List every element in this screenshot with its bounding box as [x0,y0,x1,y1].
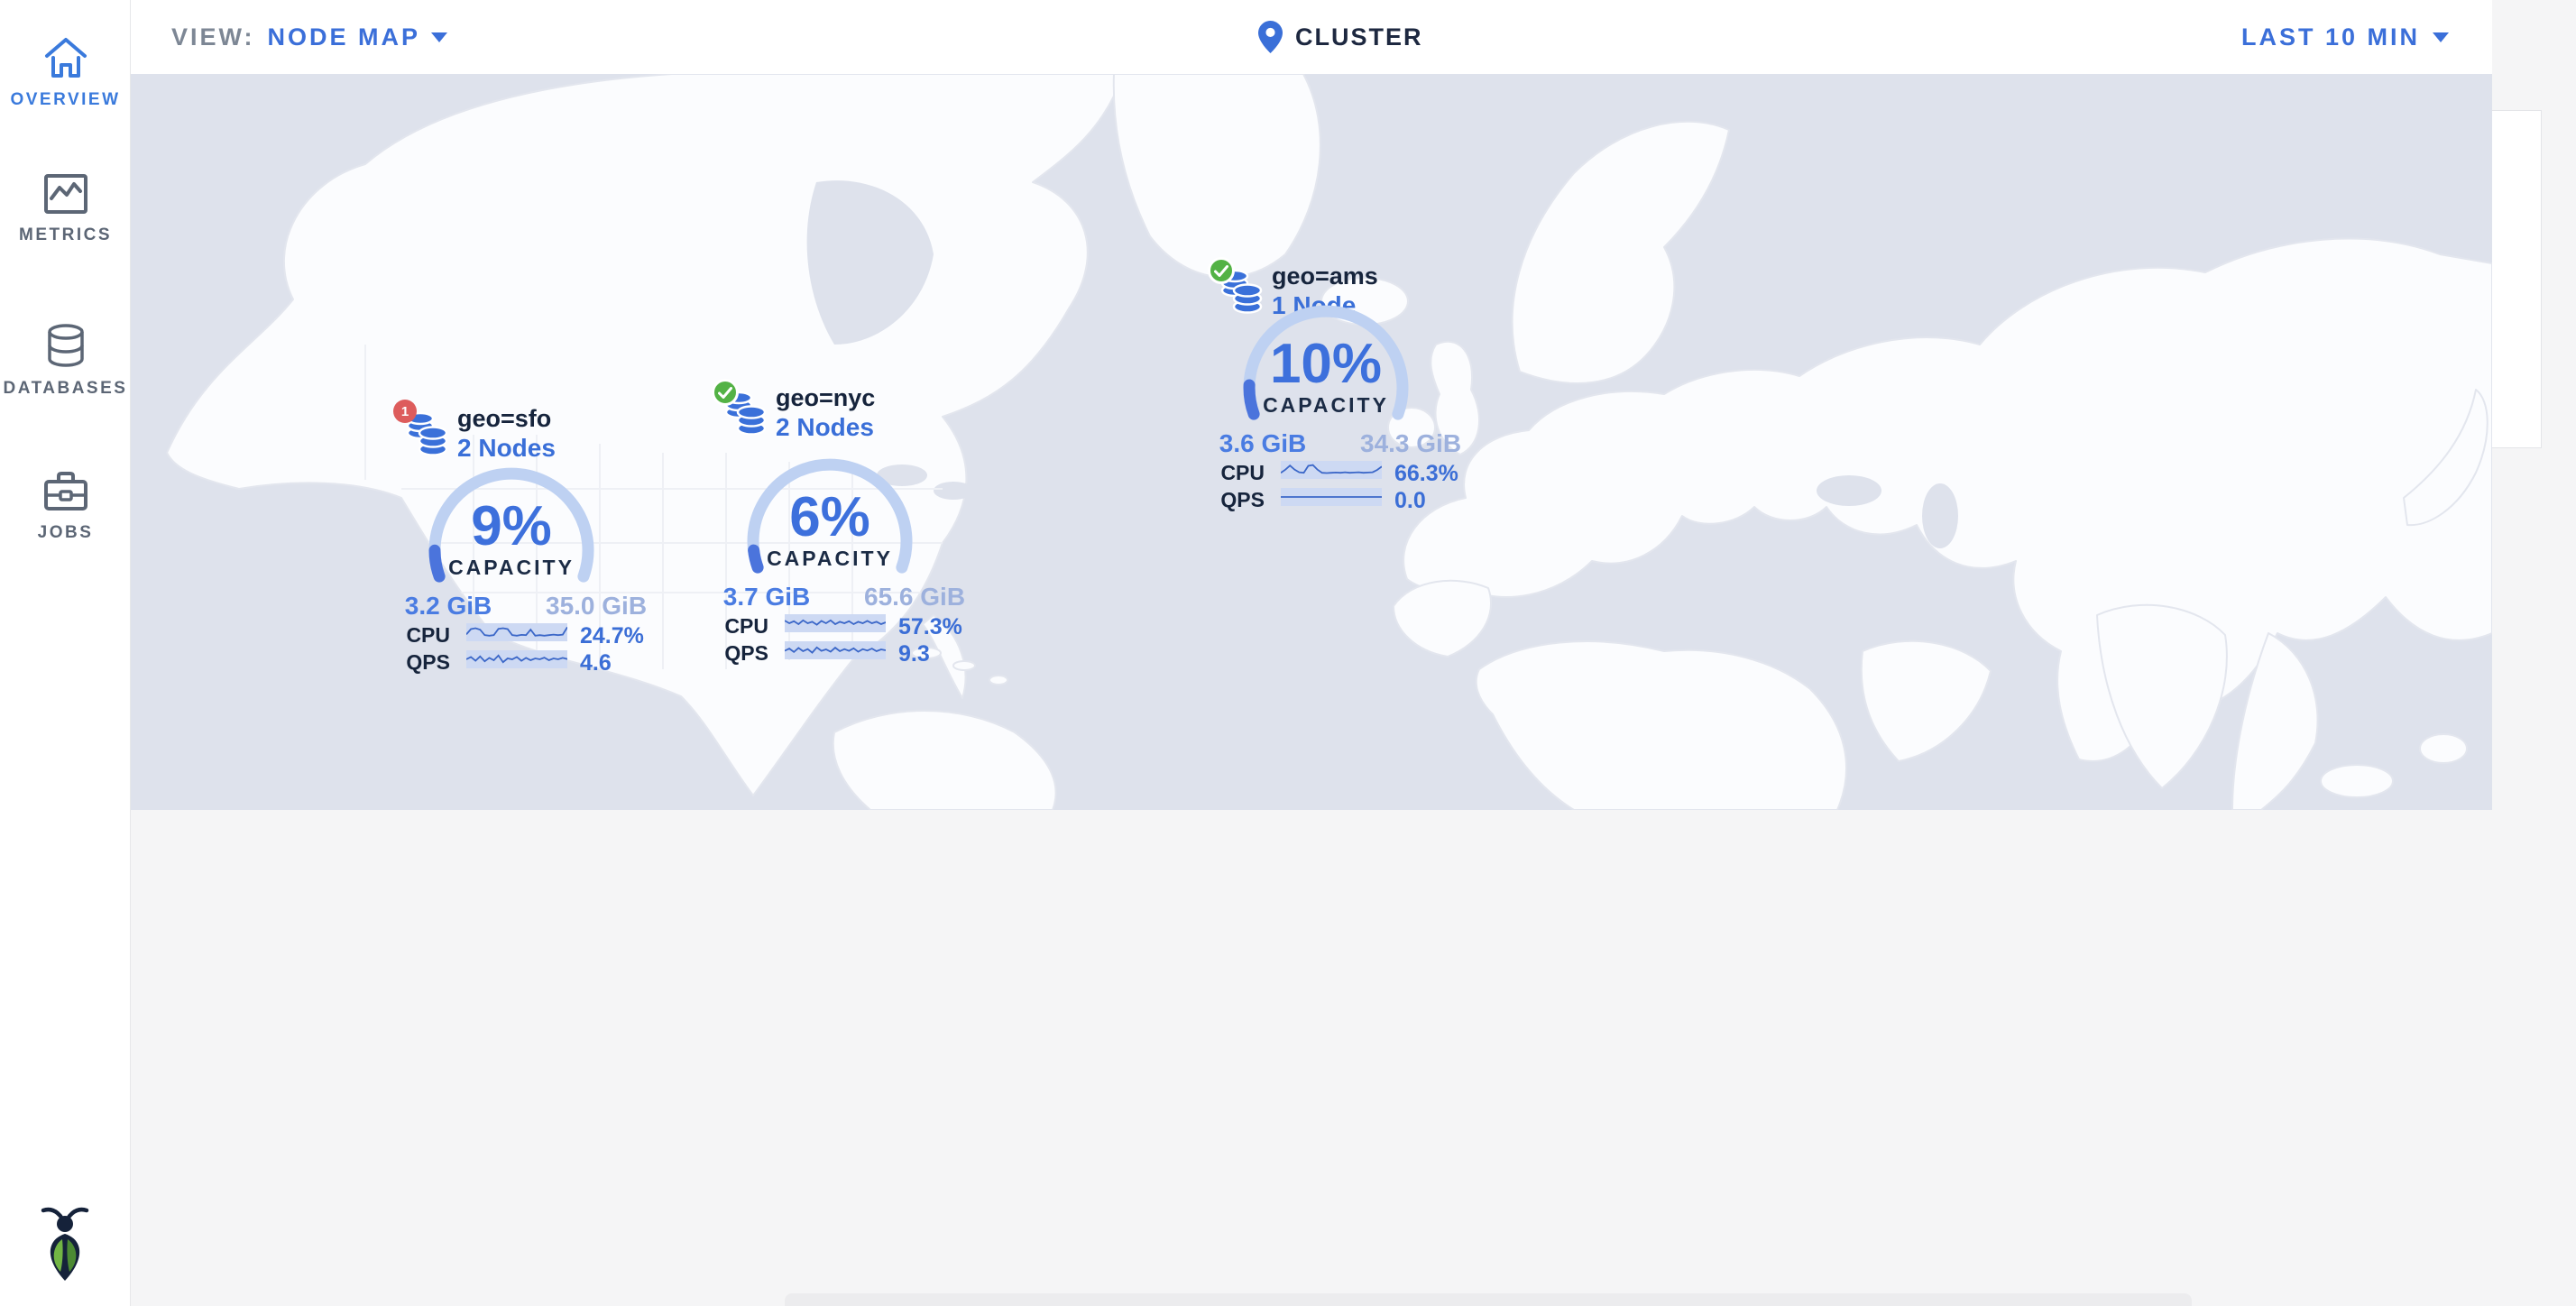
databases-icon [43,323,88,368]
jobs-icon [42,469,89,512]
sidebar-item-label: DATABASES [0,379,131,399]
node-map-panel: VIEW: NODE MAP CLUSTER LAST 10 MIN [131,0,2492,810]
gauge-percent: 9% [412,498,611,556]
status-badge-healthy [712,379,739,406]
sidebar-item-label: METRICS [0,225,131,245]
cpu-label: CPU [394,623,450,648]
map-toolbar: VIEW: NODE MAP CLUSTER LAST 10 MIN [131,0,2492,74]
cpu-sparkline [1281,461,1382,479]
gauge-percent: 10% [1227,336,1425,393]
metrics-icon [43,173,88,215]
cpu-value: 57.3% [898,614,962,640]
gauge-used-value: 3.7 GiB [717,583,816,612]
gauge-total-value: 34.3 GiB [1360,429,1459,458]
sidebar: OVERVIEW METRICS DATABASES JOBS [0,0,131,1306]
main-content: CLUSTER OVERVIEW Capacity Usage 7.7% 0 G… [131,0,2576,1306]
status-badge-error: 1 [393,400,417,423]
sidebar-item-overview[interactable]: OVERVIEW [0,36,131,110]
world-map[interactable]: 1 geo=sfo 2 Nodes 9% CAPACITY 3.2 GiB 35… [131,74,2492,810]
cpu-value: 24.7% [580,623,644,649]
next-panel-peek [785,1293,2192,1306]
gauge-capacity-label: CAPACITY [412,556,611,580]
qps-sparkline [785,641,886,659]
locality-name: geo=ams [1272,262,1378,290]
cockroachdb-logo [36,1200,94,1287]
status-badge-healthy [1208,257,1235,284]
sidebar-item-metrics[interactable]: METRICS [0,173,131,245]
qps-sparkline [466,650,567,668]
check-icon [718,387,732,399]
locality-name: geo=sfo [457,405,551,433]
location-pin-icon [1258,21,1283,53]
time-range-value: LAST 10 MIN [2241,23,2420,51]
breadcrumb-cluster: CLUSTER [1295,23,1423,51]
chevron-down-icon [2433,32,2449,42]
sidebar-item-label: OVERVIEW [0,90,131,110]
view-dropdown[interactable]: NODE MAP [268,23,448,51]
map-breadcrumb[interactable]: CLUSTER [1258,0,1423,74]
gauge-used-value: 3.6 GiB [1213,429,1312,458]
gauge-percent: 6% [731,489,929,547]
qps-value: 0.0 [1394,488,1426,514]
qps-label: QPS [394,650,450,675]
time-range-dropdown[interactable]: LAST 10 MIN [2241,0,2449,74]
gauge-total-value: 65.6 GiB [864,583,963,612]
cpu-sparkline [466,623,567,641]
view-dropdown-value: NODE MAP [268,23,421,51]
gauge-total-value: 35.0 GiB [546,592,645,621]
sidebar-item-label: JOBS [0,523,131,543]
qps-sparkline [1281,488,1382,506]
gauge-capacity-label: CAPACITY [1227,393,1425,418]
qps-value: 9.3 [898,641,930,667]
sidebar-item-jobs[interactable]: JOBS [0,469,131,543]
cpu-label: CPU [1209,461,1265,485]
qps-value: 4.6 [580,650,612,676]
qps-label: QPS [713,641,768,666]
sidebar-item-databases[interactable]: DATABASES [0,323,131,399]
locality-node-count: 2 Nodes [776,413,874,442]
locality-name: geo=nyc [776,384,875,412]
cpu-label: CPU [713,614,768,639]
gauge-used-value: 3.2 GiB [399,592,498,621]
home-icon [43,36,88,79]
view-label: VIEW: [171,23,255,51]
cpu-sparkline [785,614,886,632]
gauge-capacity-label: CAPACITY [731,547,929,571]
qps-label: QPS [1209,488,1265,512]
check-icon [1214,265,1228,277]
chevron-down-icon [431,32,447,42]
cpu-value: 66.3% [1394,461,1458,487]
